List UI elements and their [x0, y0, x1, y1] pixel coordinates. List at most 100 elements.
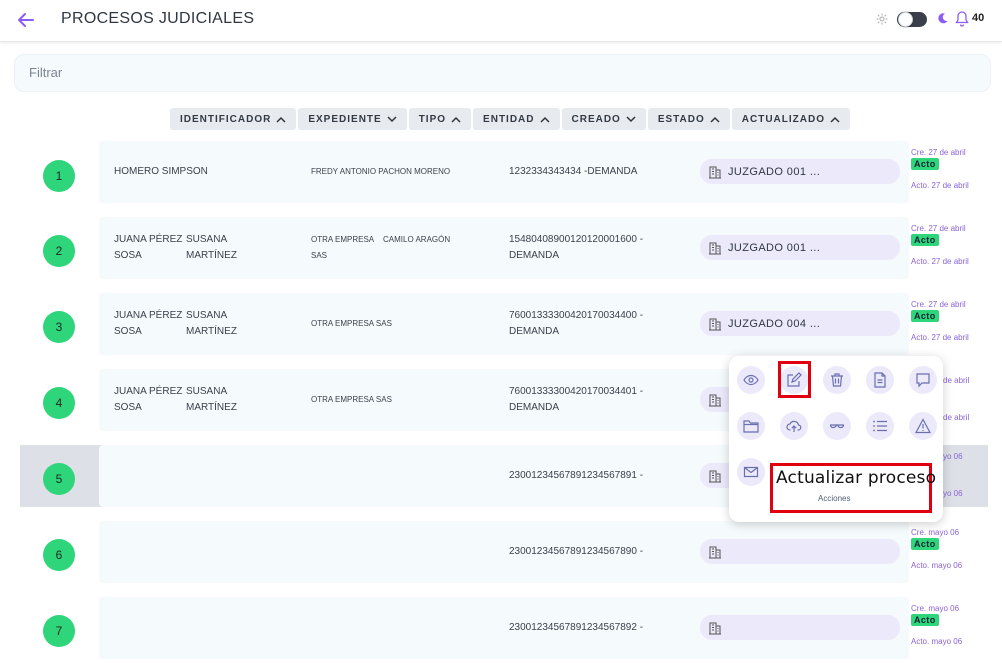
comment-icon [916, 373, 930, 388]
tooltip-subtitle: Acciones [818, 494, 851, 503]
row-card[interactable]: 23001234567891234567890 - [99, 521, 909, 583]
chevron-up-icon [451, 116, 461, 123]
name-part: MARTÍNEZ [186, 402, 237, 413]
moon-icon [938, 13, 948, 24]
sort-creado-button[interactable]: CREADO [561, 108, 646, 130]
document-button[interactable] [866, 366, 894, 394]
chevron-down-icon [626, 115, 636, 122]
status-badge: Acto [911, 310, 939, 322]
notification-count: 40 [972, 12, 985, 24]
upload-button[interactable] [780, 412, 808, 440]
name-part: MARTÍNEZ [186, 326, 237, 337]
entity-pill [700, 539, 900, 564]
delete-button[interactable] [823, 366, 851, 394]
row-number-badge: 5 [43, 463, 75, 495]
entity-pill: JUZGADO 001 ... [700, 159, 900, 184]
id-line: DEMANDA [509, 250, 560, 261]
client-name: HOMERO SIMPSON [114, 166, 208, 177]
created-date: Cre. 27 de abril [911, 300, 966, 309]
updated-date: Acto. 27 de abril [911, 181, 969, 190]
entity-label: JUZGADO 001 ... [728, 241, 821, 254]
edit-highlight-box [778, 361, 811, 398]
row-card[interactable]: 23001234567891234567892 - [99, 597, 909, 659]
chevron-up-icon [276, 116, 286, 123]
review-button[interactable] [823, 412, 851, 440]
status-badge: Acto [911, 538, 939, 550]
comment-button[interactable] [909, 366, 937, 394]
sort-actualizado-button[interactable]: ACTUALIZADO [731, 108, 850, 130]
name-part: SOSA [114, 250, 142, 261]
page-title: PROCESOS JUDICIALES [61, 10, 255, 27]
created-date: Cre. mayo 06 [911, 528, 960, 537]
name-part: SOSA [114, 402, 142, 413]
expediente-text: OTRA EMPRESA SAS [311, 319, 392, 328]
row-number-badge: 2 [43, 235, 75, 267]
sort-entidad-button[interactable]: ENTIDAD [473, 108, 560, 130]
name-part: SUSANA [186, 234, 228, 245]
expediente-text: FREDY ANTONIO PACHON MORENO [311, 167, 451, 176]
name-part: JUANA PÉREZ [114, 386, 183, 397]
name-part: JUANA PÉREZ [114, 234, 183, 245]
filter-input[interactable]: Filtrar [14, 54, 991, 92]
building-icon [709, 470, 721, 482]
created-date: Cre. mayo 06 [911, 604, 960, 613]
sort-label: ESTADO [657, 113, 705, 125]
updated-date: de abril [943, 413, 970, 422]
process-id: 23001234567891234567891 - [509, 470, 644, 481]
mail-button[interactable] [737, 458, 765, 486]
status-badge: Acto [911, 614, 939, 626]
view-button[interactable] [737, 366, 765, 394]
client-name: JUANA PÉREZ SUSANA SOSA MARTÍNEZ [114, 308, 304, 340]
process-id: 76001333300420170034401 - DEMANDA [509, 384, 689, 416]
eye-icon [743, 374, 759, 386]
id-line: 76001333300420170034400 - [509, 310, 644, 321]
sort-identificador-button[interactable]: IDENTIFICADOR [170, 108, 297, 130]
entity-pill: JUZGADO 004 ... [700, 311, 900, 336]
building-icon [709, 166, 721, 178]
sort-bar: IDENTIFICADOR EXPEDIENTE TIPO ENTIDAD CR… [170, 108, 850, 130]
bell-icon[interactable] [954, 10, 970, 27]
folder-button[interactable] [737, 412, 765, 440]
row-number-badge: 4 [43, 387, 75, 419]
chevron-up-icon [830, 116, 840, 123]
process-id: 23001234567891234567890 - [509, 546, 644, 557]
top-bar: PROCESOS JUDICIALES 40 [0, 0, 1002, 42]
created-date: yo 06 [943, 452, 963, 461]
cloud-upload-icon [786, 420, 802, 432]
list-button[interactable] [866, 412, 894, 440]
sort-tipo-button[interactable]: TIPO [408, 108, 472, 130]
sort-label: TIPO [418, 113, 447, 125]
sort-label: ACTUALIZADO [741, 113, 825, 125]
alert-button[interactable] [909, 412, 937, 440]
id-line: 76001333300420170034401 - [509, 386, 644, 397]
exp-part: SAS [311, 251, 328, 260]
exp-part: CAMILO ARAGÓN [383, 235, 451, 244]
theme-toggle[interactable] [897, 12, 927, 27]
row-card[interactable]: HOMERO SIMPSON FREDY ANTONIO PACHON MORE… [99, 141, 909, 203]
client-name: JUANA PÉREZ SUSANA SOSA MARTÍNEZ [114, 232, 304, 264]
entity-pill [700, 615, 900, 640]
sort-expediente-button[interactable]: EXPEDIENTE [298, 108, 407, 130]
entity-pill: JUZGADO 001 ... [700, 235, 900, 260]
row-card[interactable]: JUANA PÉREZ SUSANA SOSA MARTÍNEZ OTRA EMPRE… [99, 293, 909, 355]
sort-estado-button[interactable]: ESTADO [647, 108, 730, 130]
sort-label: CREADO [571, 113, 621, 125]
sort-label: ENTIDAD [483, 113, 535, 125]
tooltip-title: Actualizar proceso [776, 468, 937, 488]
entity-label: JUZGADO 004 ... [728, 317, 821, 330]
building-icon [709, 394, 721, 406]
id-line: DEMANDA [509, 326, 560, 337]
expediente-text: OTRA EMPRESA CAMILO ARAGÓN SAS [311, 232, 501, 264]
process-id: 23001234567891234567892 - [509, 622, 644, 633]
client-name: JUANA PÉREZ SUSANA SOSA MARTÍNEZ [114, 384, 304, 416]
document-icon [874, 372, 886, 388]
exp-part: OTRA EMPRESA [311, 235, 375, 244]
name-part: JUANA PÉREZ [114, 310, 183, 321]
arrow-left-icon[interactable] [16, 10, 36, 30]
process-id: 76001333300420170034400 - DEMANDA [509, 308, 689, 340]
name-part: SUSANA [186, 310, 228, 321]
building-icon [709, 242, 721, 254]
row-card[interactable]: JUANA PÉREZ SUSANA SOSA MARTÍNEZ OTRA EMPRE… [99, 217, 909, 279]
row-number-badge: 3 [43, 311, 75, 343]
name-part: SOSA [114, 326, 142, 337]
